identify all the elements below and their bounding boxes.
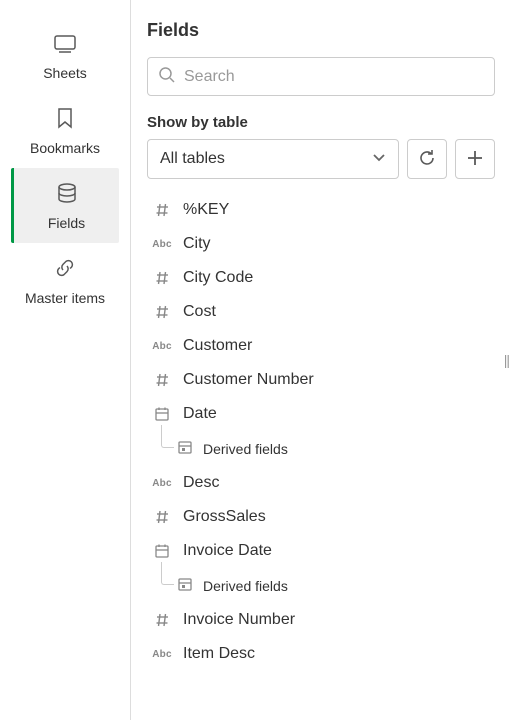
database-icon [56,182,78,207]
field-label: Customer [183,337,252,355]
chevron-down-icon [372,150,386,168]
field-label: Desc [183,474,219,492]
field-item[interactable]: Customer Number [147,363,511,397]
field-label: City Code [183,269,253,287]
sidebar-item-label: Sheets [43,65,87,81]
refresh-icon [417,148,437,171]
field-item[interactable]: Invoice Date [147,534,511,568]
sidebar-item-label: Master items [25,290,105,306]
search-box[interactable] [147,57,495,96]
abc-type-icon: Abc [151,649,173,660]
field-label: Cost [183,303,216,321]
hash-type-icon [151,270,173,286]
fields-list[interactable]: %KEY Abc City City Code Cost Abc Customer Custo… [147,193,511,720]
sidebar-item-label: Fields [48,215,85,231]
field-item[interactable]: Abc Desc [147,466,511,500]
field-label: Invoice Date [183,542,272,560]
field-label: %KEY [183,201,229,219]
field-label: Customer Number [183,371,314,389]
field-item[interactable]: Cost [147,295,511,329]
derived-icon [177,576,193,595]
field-item[interactable]: Invoice Number [147,603,511,637]
sidebar-item-bookmarks[interactable]: Bookmarks [0,93,130,168]
sidebar-item-label: Bookmarks [30,140,100,156]
add-button[interactable] [455,139,495,179]
hash-type-icon [151,202,173,218]
main-panel: Fields Show by table All tables [131,0,511,720]
field-child-item[interactable]: Derived fields [147,568,511,603]
field-label: Invoice Number [183,611,295,629]
show-by-table-label: Show by table [147,114,495,131]
field-item[interactable]: Abc Item Desc [147,637,511,671]
field-label: City [183,235,211,253]
abc-type-icon: Abc [151,478,173,489]
field-item[interactable]: Abc City [147,227,511,261]
field-item[interactable]: Abc Customer [147,329,511,363]
sidebar-item-master-items[interactable]: Master items [0,243,130,318]
hash-type-icon [151,372,173,388]
field-label: Date [183,405,217,423]
sidebar-item-fields[interactable]: Fields [11,168,119,243]
hash-type-icon [151,612,173,628]
field-item[interactable]: Date [147,397,511,431]
table-select[interactable]: All tables [147,139,399,179]
refresh-button[interactable] [407,139,447,179]
hash-type-icon [151,509,173,525]
bookmark-icon [56,107,74,132]
link-icon [54,257,76,282]
abc-type-icon: Abc [151,239,173,250]
panel-title: Fields [147,20,495,41]
search-input[interactable] [184,68,484,86]
abc-type-icon: Abc [151,341,173,352]
sidebar: Sheets Bookmarks Fields [0,0,131,720]
field-label: GrossSales [183,508,266,526]
date-type-icon [151,543,173,559]
field-label: Derived fields [203,441,288,457]
date-type-icon [151,406,173,422]
sheets-icon [53,34,77,57]
field-item[interactable]: City Code [147,261,511,295]
field-item[interactable]: %KEY [147,193,511,227]
derived-icon [177,439,193,458]
field-label: Derived fields [203,578,288,594]
hash-type-icon [151,304,173,320]
sidebar-item-sheets[interactable]: Sheets [0,20,130,93]
field-item[interactable]: GrossSales [147,500,511,534]
search-icon [158,66,176,87]
field-child-item[interactable]: Derived fields [147,431,511,466]
plus-icon [467,150,483,169]
field-label: Item Desc [183,645,255,663]
controls-row: All tables [147,139,495,179]
table-select-value: All tables [160,150,225,168]
